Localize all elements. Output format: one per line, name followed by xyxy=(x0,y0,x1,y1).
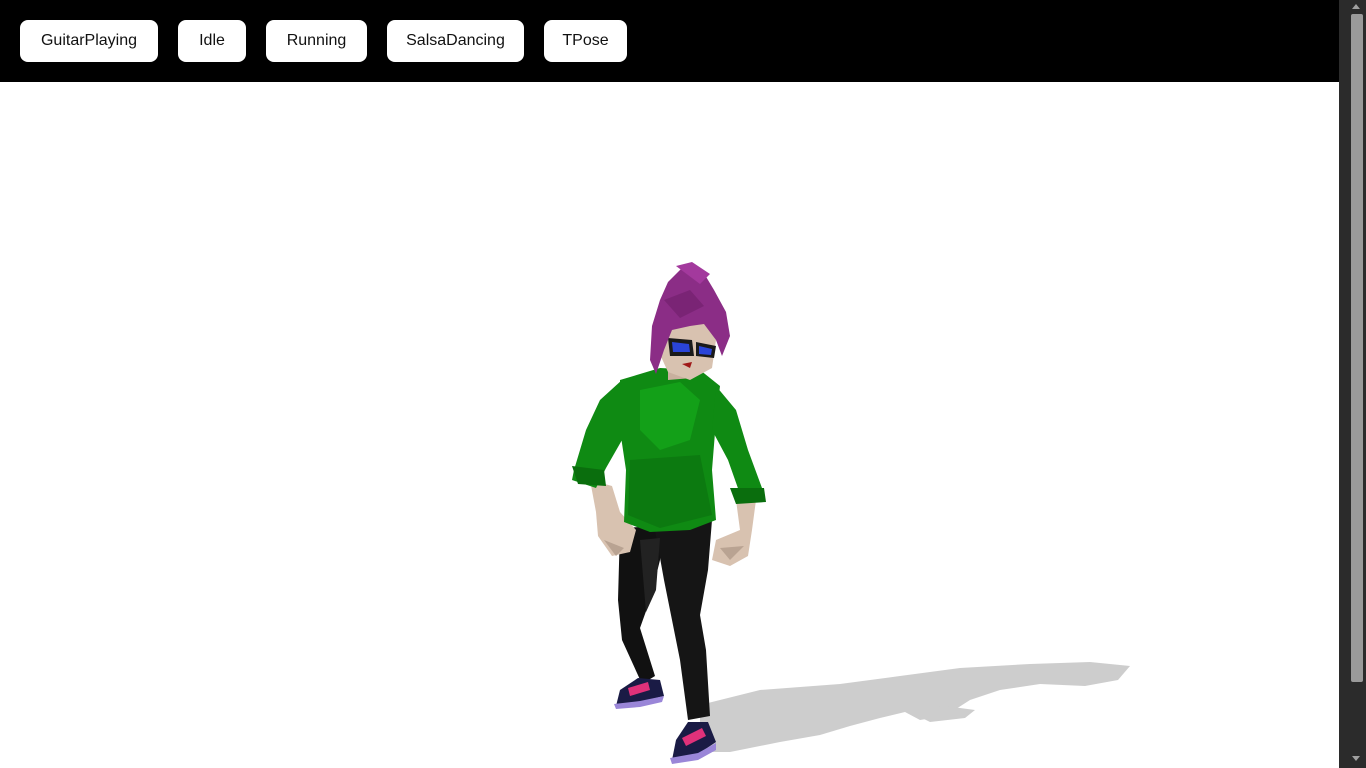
running-button[interactable]: Running xyxy=(266,20,367,62)
guitarplaying-button[interactable]: GuitarPlaying xyxy=(20,20,158,62)
salsadancing-button[interactable]: SalsaDancing xyxy=(387,20,524,62)
idle-button[interactable]: Idle xyxy=(178,20,246,62)
scroll-down-arrow-icon[interactable] xyxy=(1352,756,1360,761)
3d-viewport-canvas[interactable] xyxy=(0,82,1339,768)
scroll-thumb[interactable] xyxy=(1351,14,1363,682)
right-leg xyxy=(655,520,712,720)
character-model xyxy=(572,262,766,764)
scroll-up-arrow-icon[interactable] xyxy=(1352,4,1360,9)
right-hand xyxy=(712,500,756,566)
right-sleeve xyxy=(712,386,762,494)
animation-toolbar: GuitarPlaying Idle Running SalsaDancing … xyxy=(0,0,1339,82)
character-scene xyxy=(572,262,1130,764)
tpose-button[interactable]: TPose xyxy=(544,20,627,62)
vertical-scrollbar[interactable] xyxy=(1339,0,1366,768)
character-shadow xyxy=(700,662,1130,752)
